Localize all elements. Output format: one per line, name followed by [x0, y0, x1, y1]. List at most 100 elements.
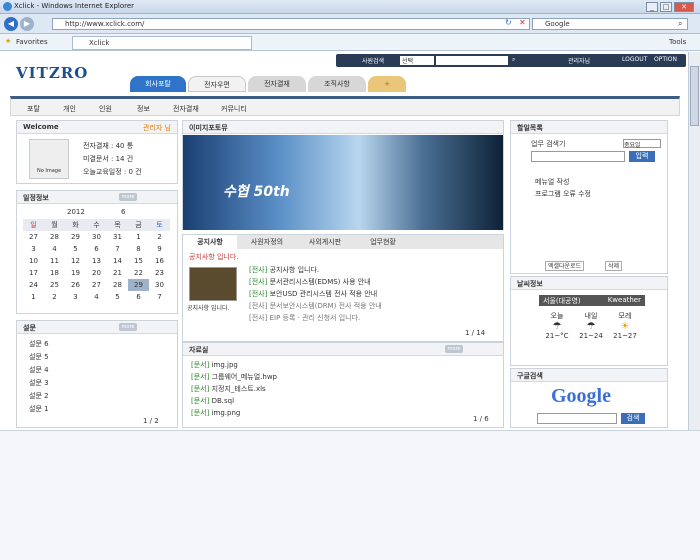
cal-day[interactable]: 30 — [86, 231, 107, 243]
search-icon[interactable]: ⌕ — [678, 19, 682, 29]
notice-item[interactable]: 공지사항 입니다. — [270, 266, 320, 274]
cal-day[interactable]: 29 — [128, 279, 149, 291]
survey-item[interactable]: 설문 4 — [29, 365, 49, 375]
cal-day[interactable]: 15 — [128, 255, 149, 267]
cal-day[interactable]: 27 — [86, 279, 107, 291]
cal-day[interactable]: 5 — [107, 291, 128, 303]
cal-day[interactable]: 3 — [65, 291, 86, 303]
cal-day[interactable]: 21 — [107, 267, 128, 279]
cal-day[interactable]: 4 — [86, 291, 107, 303]
forward-button[interactable]: ▶ — [20, 17, 34, 31]
weather-city[interactable]: 서울(대공영) — [543, 296, 581, 306]
tab-notice[interactable]: 공지사항 — [183, 235, 237, 249]
cal-day[interactable]: 12 — [65, 255, 86, 267]
cal-day[interactable]: 7 — [149, 291, 170, 303]
cal-day[interactable]: 29 — [65, 231, 86, 243]
todo-item[interactable]: 메뉴얼 작성 — [535, 177, 569, 187]
employee-search-input[interactable] — [436, 56, 508, 65]
todo-add-button[interactable]: 입력 — [629, 151, 655, 162]
subnav-item[interactable]: 인원 — [99, 104, 112, 114]
delete-button[interactable]: 삭제 — [605, 261, 623, 271]
scrollbar-thumb[interactable] — [690, 66, 699, 126]
cal-day[interactable]: 18 — [44, 267, 65, 279]
cal-day[interactable]: 2 — [149, 231, 170, 243]
url-input[interactable]: http://www.xclick.com/ — [52, 18, 530, 30]
subnav-item[interactable]: 커뮤니티 — [221, 104, 247, 114]
survey-item[interactable]: 설문 2 — [29, 391, 49, 401]
notice-item[interactable]: 문서보안시스템(DRM) 전사 적용 안내 — [270, 302, 382, 310]
google-search-button[interactable]: 검색 — [621, 413, 645, 424]
welcome-line[interactable]: 오늘교육일정 : 0 건 — [83, 167, 142, 177]
close-button[interactable]: ✕ — [674, 2, 694, 12]
tab-external[interactable]: 사외게시판 — [297, 235, 353, 249]
browser-search-input[interactable]: Google — [532, 18, 688, 30]
file-name[interactable]: 지정지_테스트.xls — [212, 385, 266, 393]
cal-day[interactable]: 10 — [23, 255, 44, 267]
cal-day[interactable]: 7 — [107, 243, 128, 255]
more-button[interactable]: more — [119, 323, 137, 331]
tab-custom[interactable]: 사원자정의 — [239, 235, 295, 249]
refresh-icon[interactable]: ↻ — [505, 18, 512, 27]
cal-day[interactable]: 24 — [23, 279, 44, 291]
cal-day[interactable]: 16 — [149, 255, 170, 267]
cal-day[interactable]: 5 — [65, 243, 86, 255]
back-button[interactable]: ◀ — [4, 17, 18, 31]
cal-day[interactable]: 28 — [44, 231, 65, 243]
cal-day[interactable]: 31 — [107, 231, 128, 243]
browser-tab[interactable]: Xclick — [72, 36, 252, 50]
add-tab-button[interactable]: + — [368, 76, 406, 92]
notice-item[interactable]: EIP 등록 · 관리 신청서 입니다. — [270, 314, 361, 322]
option-button[interactable]: OPTION — [654, 56, 677, 63]
google-search-input[interactable] — [537, 413, 617, 424]
notice-item[interactable]: 문서관리시스템(EDMS) 사용 안내 — [270, 278, 371, 286]
survey-item[interactable]: 설문 1 — [29, 404, 49, 414]
cal-day[interactable]: 2 — [44, 291, 65, 303]
cal-day[interactable]: 28 — [107, 279, 128, 291]
page-scrollbar[interactable] — [688, 52, 700, 430]
cal-day[interactable]: 6 — [86, 243, 107, 255]
cal-day[interactable]: 26 — [65, 279, 86, 291]
tab-mail[interactable]: 전자우편 — [188, 76, 246, 92]
cal-day[interactable]: 30 — [149, 279, 170, 291]
cal-day[interactable]: 11 — [44, 255, 65, 267]
file-name[interactable]: img.jpg — [212, 361, 238, 369]
cal-day[interactable]: 1 — [128, 231, 149, 243]
tab-approval[interactable]: 전자결재 — [248, 76, 306, 92]
file-name[interactable]: DB.sql — [212, 397, 234, 405]
cal-day[interactable]: 23 — [149, 267, 170, 279]
notice-item[interactable]: 보안USD 관리시스템 전사 적용 안내 — [270, 290, 378, 298]
excel-download-button[interactable]: 엑셀다운로드 — [545, 261, 585, 271]
favorites-button[interactable]: Favorites — [16, 38, 48, 46]
survey-item[interactable]: 설문 5 — [29, 352, 49, 362]
welcome-line[interactable]: 미결문서 : 14 건 — [83, 154, 133, 164]
todo-item[interactable]: 프로그램 오류 수정 — [535, 189, 591, 199]
minimize-button[interactable]: _ — [646, 2, 658, 12]
cal-day[interactable]: 25 — [44, 279, 65, 291]
tools-button[interactable]: Tools — [669, 38, 686, 46]
cal-day[interactable]: 14 — [107, 255, 128, 267]
tab-portal[interactable]: 회사포탈 — [130, 76, 186, 92]
file-name[interactable]: 그룹웨어_메뉴얼.hwp — [212, 373, 277, 381]
more-button[interactable]: more — [445, 345, 463, 353]
logout-button[interactable]: LOGOUT — [622, 56, 647, 63]
maximize-button[interactable]: □ — [660, 2, 672, 12]
tab-organization[interactable]: 조직사항 — [308, 76, 366, 92]
stop-icon[interactable]: ✕ — [519, 18, 526, 27]
cal-day[interactable]: 9 — [149, 243, 170, 255]
search-type-select[interactable]: 선택 — [400, 56, 434, 65]
survey-item[interactable]: 설문 6 — [29, 339, 49, 349]
subnav-item[interactable]: 개인 — [63, 104, 76, 114]
search-icon[interactable]: ⌕ — [512, 56, 515, 64]
cal-day[interactable]: 3 — [23, 243, 44, 255]
more-button[interactable]: more — [119, 193, 137, 201]
todo-input[interactable] — [531, 151, 625, 162]
cal-day[interactable]: 13 — [86, 255, 107, 267]
file-name[interactable]: img.png — [212, 409, 241, 417]
cal-day[interactable]: 17 — [23, 267, 44, 279]
survey-item[interactable]: 설문 3 — [29, 378, 49, 388]
cal-day[interactable]: 22 — [128, 267, 149, 279]
cal-day[interactable]: 1 — [23, 291, 44, 303]
subnav-item[interactable]: 포탈 — [27, 104, 40, 114]
welcome-line[interactable]: 전자결재 : 40 통 — [83, 141, 133, 151]
cal-day[interactable]: 20 — [86, 267, 107, 279]
